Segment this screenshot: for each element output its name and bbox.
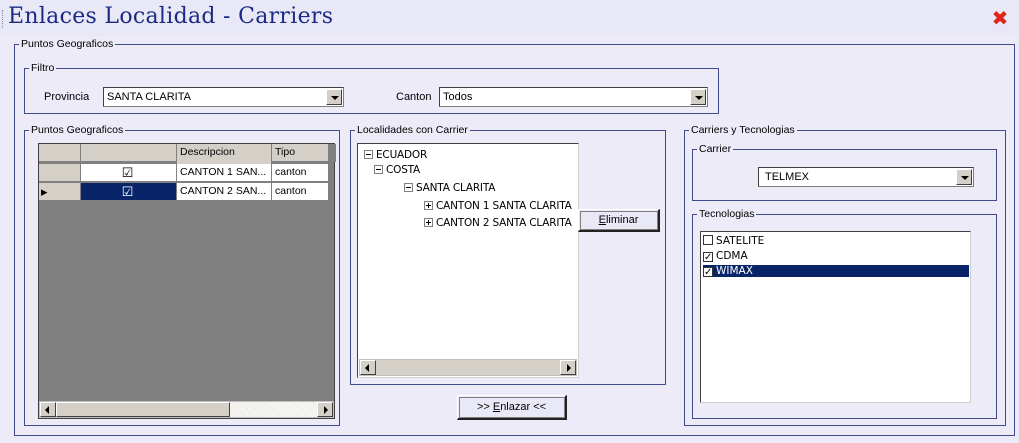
list-item-label: WIMAX <box>716 265 753 277</box>
provincia-label: Provincia <box>44 91 90 103</box>
table-row-tipo[interactable]: canton <box>272 164 329 182</box>
tecnologia-checkbox[interactable]: ✓ <box>703 252 713 263</box>
drag-grip-icon[interactable] <box>2 10 5 28</box>
row-checkbox[interactable]: ☑ <box>121 166 134 180</box>
chevron-down-icon[interactable] <box>690 89 706 105</box>
row-checkbox[interactable]: ☑ <box>121 185 134 199</box>
provincia-select[interactable]: SANTA CLARITA <box>103 87 344 107</box>
chevron-down-icon[interactable] <box>956 169 972 185</box>
list-item-label: CDMA <box>716 250 748 262</box>
canton-label: Canton <box>396 91 432 103</box>
scroll-right-icon[interactable] <box>317 402 333 417</box>
puntos-geograficos-outer-legend: Puntos Geograficos <box>21 38 114 50</box>
carrier-legend: Carrier <box>699 143 732 155</box>
localidades-tree[interactable]: ECUADOR COSTA SANTA CLARITA CANTON 1 SAN… <box>357 143 579 378</box>
expand-icon[interactable] <box>424 201 433 210</box>
tree-node-canton-2[interactable]: CANTON 2 SANTA CLARITA <box>424 217 572 229</box>
tecnologia-checkbox[interactable] <box>703 235 713 245</box>
scroll-left-icon[interactable] <box>40 402 56 417</box>
tree-node-label: CANTON 2 SANTA CLARITA <box>436 217 572 229</box>
scroll-right-icon[interactable] <box>560 360 576 375</box>
carriers-legend: Carriers y Tecnologias <box>691 124 795 136</box>
tree-node-ecuador[interactable]: ECUADOR <box>364 149 427 161</box>
grid-horizontal-scrollbar[interactable] <box>39 401 334 418</box>
grid-header-selector <box>39 144 81 162</box>
table-row-tipo[interactable]: canton <box>272 183 329 201</box>
list-item-satelite[interactable]: SATELITE <box>703 235 969 247</box>
table-row-descripcion[interactable]: CANTON 1 SAN... <box>177 164 272 182</box>
carrier-select-value: TELMEX <box>765 171 810 183</box>
eliminar-button[interactable]: Eliminar <box>578 209 660 232</box>
eliminar-button-label: Eliminar <box>598 214 639 226</box>
grid-header-descripcion[interactable]: Descripcion <box>177 144 272 166</box>
filtro-legend: Filtro <box>31 62 55 74</box>
puntos-grid-legend: Puntos Geograficos <box>31 124 124 136</box>
grid-header-tipo[interactable]: Tipo <box>272 144 329 162</box>
list-item-cdma[interactable]: ✓ CDMA <box>703 250 969 263</box>
table-row-descripcion[interactable]: CANTON 2 SAN... <box>177 183 272 201</box>
scroll-left-icon[interactable] <box>360 360 376 375</box>
tecnologia-checkbox[interactable]: ✓ <box>703 267 713 278</box>
tecnologias-list[interactable]: SATELITE ✓ CDMA ✓ WIMAX <box>700 231 971 403</box>
canton-select-value: Todos <box>443 91 473 103</box>
tree-node-costa[interactable]: COSTA <box>374 164 420 176</box>
tree-node-canton-1[interactable]: CANTON 1 SANTA CLARITA <box>424 200 572 212</box>
tecnologias-legend: Tecnologias <box>699 208 755 220</box>
collapse-icon[interactable] <box>374 165 383 174</box>
localidades-legend: Localidades con Carrier <box>357 124 468 136</box>
expand-icon[interactable] <box>424 218 433 227</box>
canton-select[interactable]: Todos <box>439 87 708 107</box>
provincia-select-value: SANTA CLARITA <box>107 91 191 103</box>
enlazar-button[interactable]: >> Enlazar << <box>457 395 567 420</box>
grid-header-filler <box>329 144 336 162</box>
table-row-selector[interactable] <box>39 164 81 182</box>
tree-node-label: SANTA CLARITA <box>416 182 496 194</box>
close-icon[interactable]: ✖ <box>990 8 1010 28</box>
table-row-check-cell[interactable]: ☑ <box>81 183 177 201</box>
puntos-data-grid[interactable]: Descripcion Tipo ☑ CANTON 1 SAN... canto… <box>38 143 336 419</box>
grid-header-check[interactable] <box>81 144 177 162</box>
list-item-label: SATELITE <box>716 235 765 247</box>
tree-node-label: CANTON 1 SANTA CLARITA <box>436 200 572 212</box>
tree-node-label: ECUADOR <box>376 149 428 161</box>
list-item-wimax[interactable]: ✓ WIMAX <box>703 265 969 278</box>
collapse-icon[interactable] <box>404 183 413 192</box>
window-title: Enlaces Localidad - Carriers <box>8 4 334 29</box>
chevron-down-icon[interactable] <box>326 89 342 105</box>
enlazar-button-label: >> Enlazar << <box>476 401 547 413</box>
tree-node-santa-clarita[interactable]: SANTA CLARITA <box>404 182 495 194</box>
tree-node-label: COSTA <box>386 164 421 176</box>
carrier-select[interactable]: TELMEX <box>758 167 974 187</box>
tree-horizontal-scrollbar[interactable] <box>359 359 577 376</box>
table-row-check-cell[interactable]: ☑ <box>81 164 177 182</box>
collapse-icon[interactable] <box>364 150 373 159</box>
table-row-selector[interactable]: ▸ <box>39 183 81 201</box>
scroll-thumb[interactable] <box>56 402 230 417</box>
